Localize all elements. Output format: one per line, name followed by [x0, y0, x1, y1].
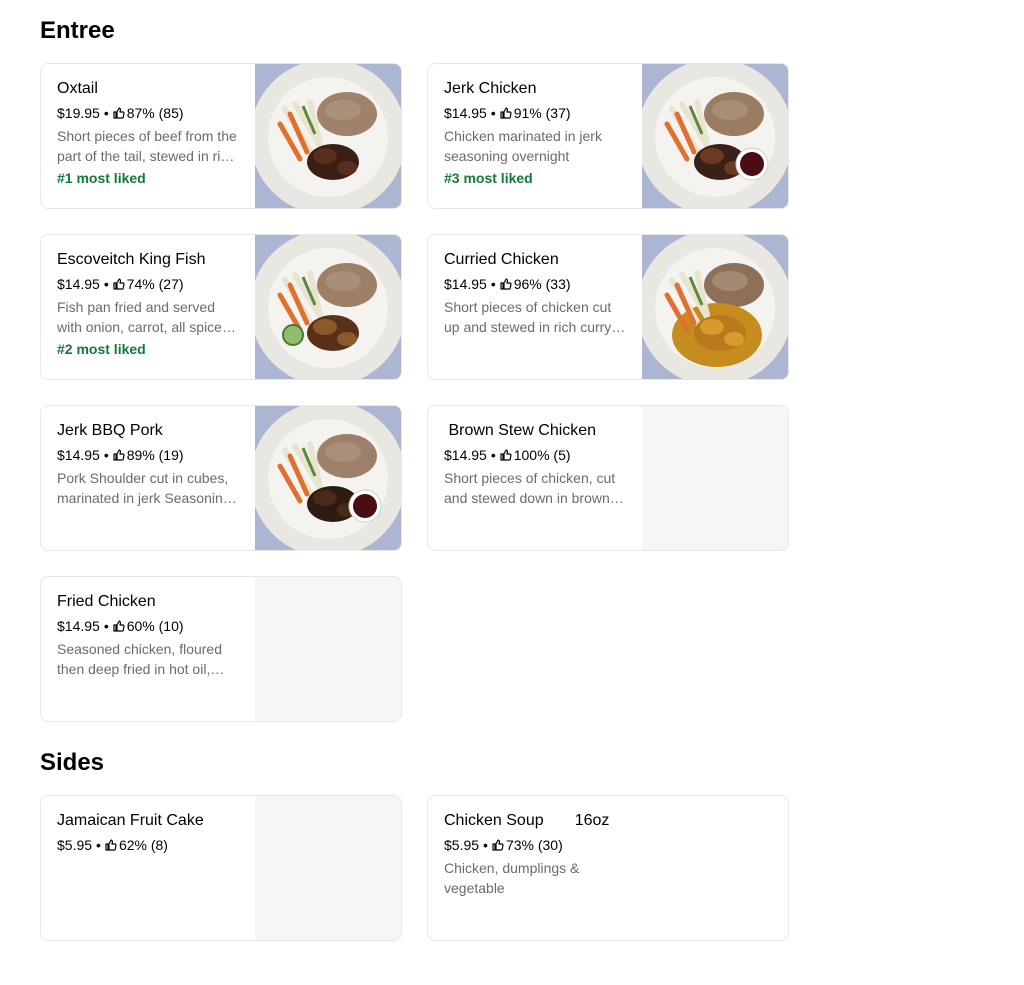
menu-item-rating: 74% (27) [126, 276, 184, 292]
menu-item-rating: 73% (30) [505, 837, 563, 853]
menu-item-photo [642, 235, 788, 379]
thumbs-up-icon [492, 839, 504, 851]
separator-dot: • [96, 837, 101, 853]
menu-item-info: Fried Chicken $14.95 • 60% (10) Seasoned… [57, 591, 241, 679]
menu-item-card[interactable]: Oxtail $19.95 • 87% (85) Short pieces of… [40, 63, 402, 209]
separator-dot: • [103, 447, 109, 463]
menu-item-info: Escoveitch King Fish $14.95 • 74% (27) F… [57, 249, 241, 359]
menu-item-meta: $14.95 • 100% (5) [444, 446, 628, 464]
menu-item-description: Chicken marinated in jerk seasoning over… [444, 128, 602, 164]
menu-item-description: Short pieces of chicken, cut and stewed … [444, 470, 616, 506]
separator-dot: • [103, 618, 109, 634]
menu-item-info: Jerk BBQ Pork $14.95 • 89% (19) Pork Sho… [57, 420, 241, 508]
menu-item-rating: 96% (33) [513, 276, 571, 292]
menu-item-name: Escoveitch King Fish [57, 251, 206, 268]
menu-item-rating: 100% (5) [513, 447, 571, 463]
menu-item-name: Chicken Soup 16oz [444, 812, 610, 829]
menu-item-description: Fish pan fried and served with onion, ca… [57, 299, 222, 335]
menu-item-price: $14.95 [57, 618, 100, 634]
separator-dot: • [483, 837, 488, 853]
section-title-entree: Entree [40, 17, 115, 44]
menu-item-photo [255, 64, 401, 208]
menu-item-info: Curried Chicken $14.95 • 96% (33) Short … [444, 249, 628, 337]
menu-item-meta: $14.95 • 74% (27) [57, 275, 241, 293]
menu-item-meta: $5.95 • 62% (8) [57, 836, 241, 854]
menu-item-meta: $14.95 • 60% (10) [57, 617, 241, 635]
menu-item-description: Short pieces of chicken cut up and stewe… [444, 299, 612, 335]
separator-dot: • [490, 105, 496, 121]
menu-item-info: Brown Stew Chicken $14.95 • 100% (5) Sho… [444, 420, 628, 508]
menu-item-price: $14.95 [444, 105, 487, 121]
menu-item-photo [255, 406, 401, 550]
menu-item-rating: 62% (8) [118, 837, 168, 853]
most-liked-badge: #1 most liked [57, 170, 146, 186]
menu-item-info: Jamaican Fruit Cake $5.95 • 62% (8) [57, 810, 241, 854]
menu-item-meta: $14.95 • 91% (37) [444, 104, 628, 122]
separator-dot: • [103, 276, 109, 292]
menu-item-photo-placeholder [255, 796, 401, 940]
menu-item-card[interactable]: Brown Stew Chicken $14.95 • 100% (5) Sho… [427, 405, 789, 551]
menu-item-rating: 89% (19) [126, 447, 184, 463]
menu-item-card[interactable]: Jamaican Fruit Cake $5.95 • 62% (8) [40, 795, 402, 941]
menu-item-description: Short pieces of beef from the part of th… [57, 128, 237, 164]
thumbs-up-icon [113, 620, 125, 632]
menu-item-info: Chicken Soup 16oz $5.95 • 73% (30) Chick… [444, 810, 628, 898]
menu-item-rating: 91% (37) [513, 105, 571, 121]
menu-item-price: $5.95 [444, 837, 480, 853]
menu-item-card[interactable]: Jerk Chicken $14.95 • 91% (37) Chicken m… [427, 63, 789, 209]
menu-item-info: Jerk Chicken $14.95 • 91% (37) Chicken m… [444, 78, 628, 188]
menu-item-description: Chicken, dumplings & vegetable [444, 860, 580, 896]
menu-item-price: $19.95 [57, 105, 100, 121]
thumbs-up-icon [500, 449, 512, 461]
menu-item-card[interactable]: Jerk BBQ Pork $14.95 • 89% (19) Pork Sho… [40, 405, 402, 551]
thumbs-up-icon [113, 278, 125, 290]
menu-item-meta: $19.95 • 87% (85) [57, 104, 241, 122]
menu-item-card[interactable]: Curried Chicken $14.95 • 96% (33) Short … [427, 234, 789, 380]
menu-item-name: Jerk BBQ Pork [57, 422, 163, 439]
menu-item-price: $14.95 [444, 276, 487, 292]
thumbs-up-icon [113, 107, 125, 119]
menu-item-rating: 87% (85) [126, 105, 184, 121]
thumbs-up-icon [500, 107, 512, 119]
menu-item-description: Pork Shoulder cut in cubes, marinated in… [57, 470, 231, 506]
menu-item-description: Seasoned chicken, floured then deep frie… [57, 641, 222, 677]
most-liked-badge: #3 most liked [444, 170, 533, 186]
menu-item-photo [642, 64, 788, 208]
menu-item-name: Brown Stew Chicken [444, 422, 597, 439]
separator-dot: • [490, 447, 496, 463]
menu-item-name: Curried Chicken [444, 251, 559, 268]
separator-dot: • [103, 105, 109, 121]
menu-item-rating: 60% (10) [126, 618, 184, 634]
menu-item-name: Oxtail [57, 80, 98, 97]
menu-item-price: $14.95 [57, 447, 100, 463]
menu-item-meta: $5.95 • 73% (30) [444, 836, 628, 854]
menu-item-photo-placeholder [642, 406, 788, 550]
thumbs-up-icon [500, 278, 512, 290]
menu-item-meta: $14.95 • 96% (33) [444, 275, 628, 293]
most-liked-badge: #2 most liked [57, 341, 146, 357]
menu-item-price: $14.95 [57, 276, 100, 292]
menu-item-price: $5.95 [57, 837, 93, 853]
menu-item-name: Jamaican Fruit Cake [57, 812, 204, 829]
menu-item-photo-placeholder [255, 577, 401, 721]
thumbs-up-icon [105, 839, 117, 851]
menu-item-photo [255, 235, 401, 379]
menu-item-name: Jerk Chicken [444, 80, 537, 97]
menu-item-meta: $14.95 • 89% (19) [57, 446, 241, 464]
menu-item-name: Fried Chicken [57, 593, 156, 610]
separator-dot: • [490, 276, 496, 292]
thumbs-up-icon [113, 449, 125, 461]
menu-item-price: $14.95 [444, 447, 487, 463]
menu-item-card[interactable]: Fried Chicken $14.95 • 60% (10) Seasoned… [40, 576, 402, 722]
menu-item-info: Oxtail $19.95 • 87% (85) Short pieces of… [57, 78, 241, 188]
menu-item-card[interactable]: Escoveitch King Fish $14.95 • 74% (27) F… [40, 234, 402, 380]
section-title-sides: Sides [40, 749, 105, 776]
menu-item-card[interactable]: Chicken Soup 16oz $5.95 • 73% (30) Chick… [427, 795, 789, 941]
